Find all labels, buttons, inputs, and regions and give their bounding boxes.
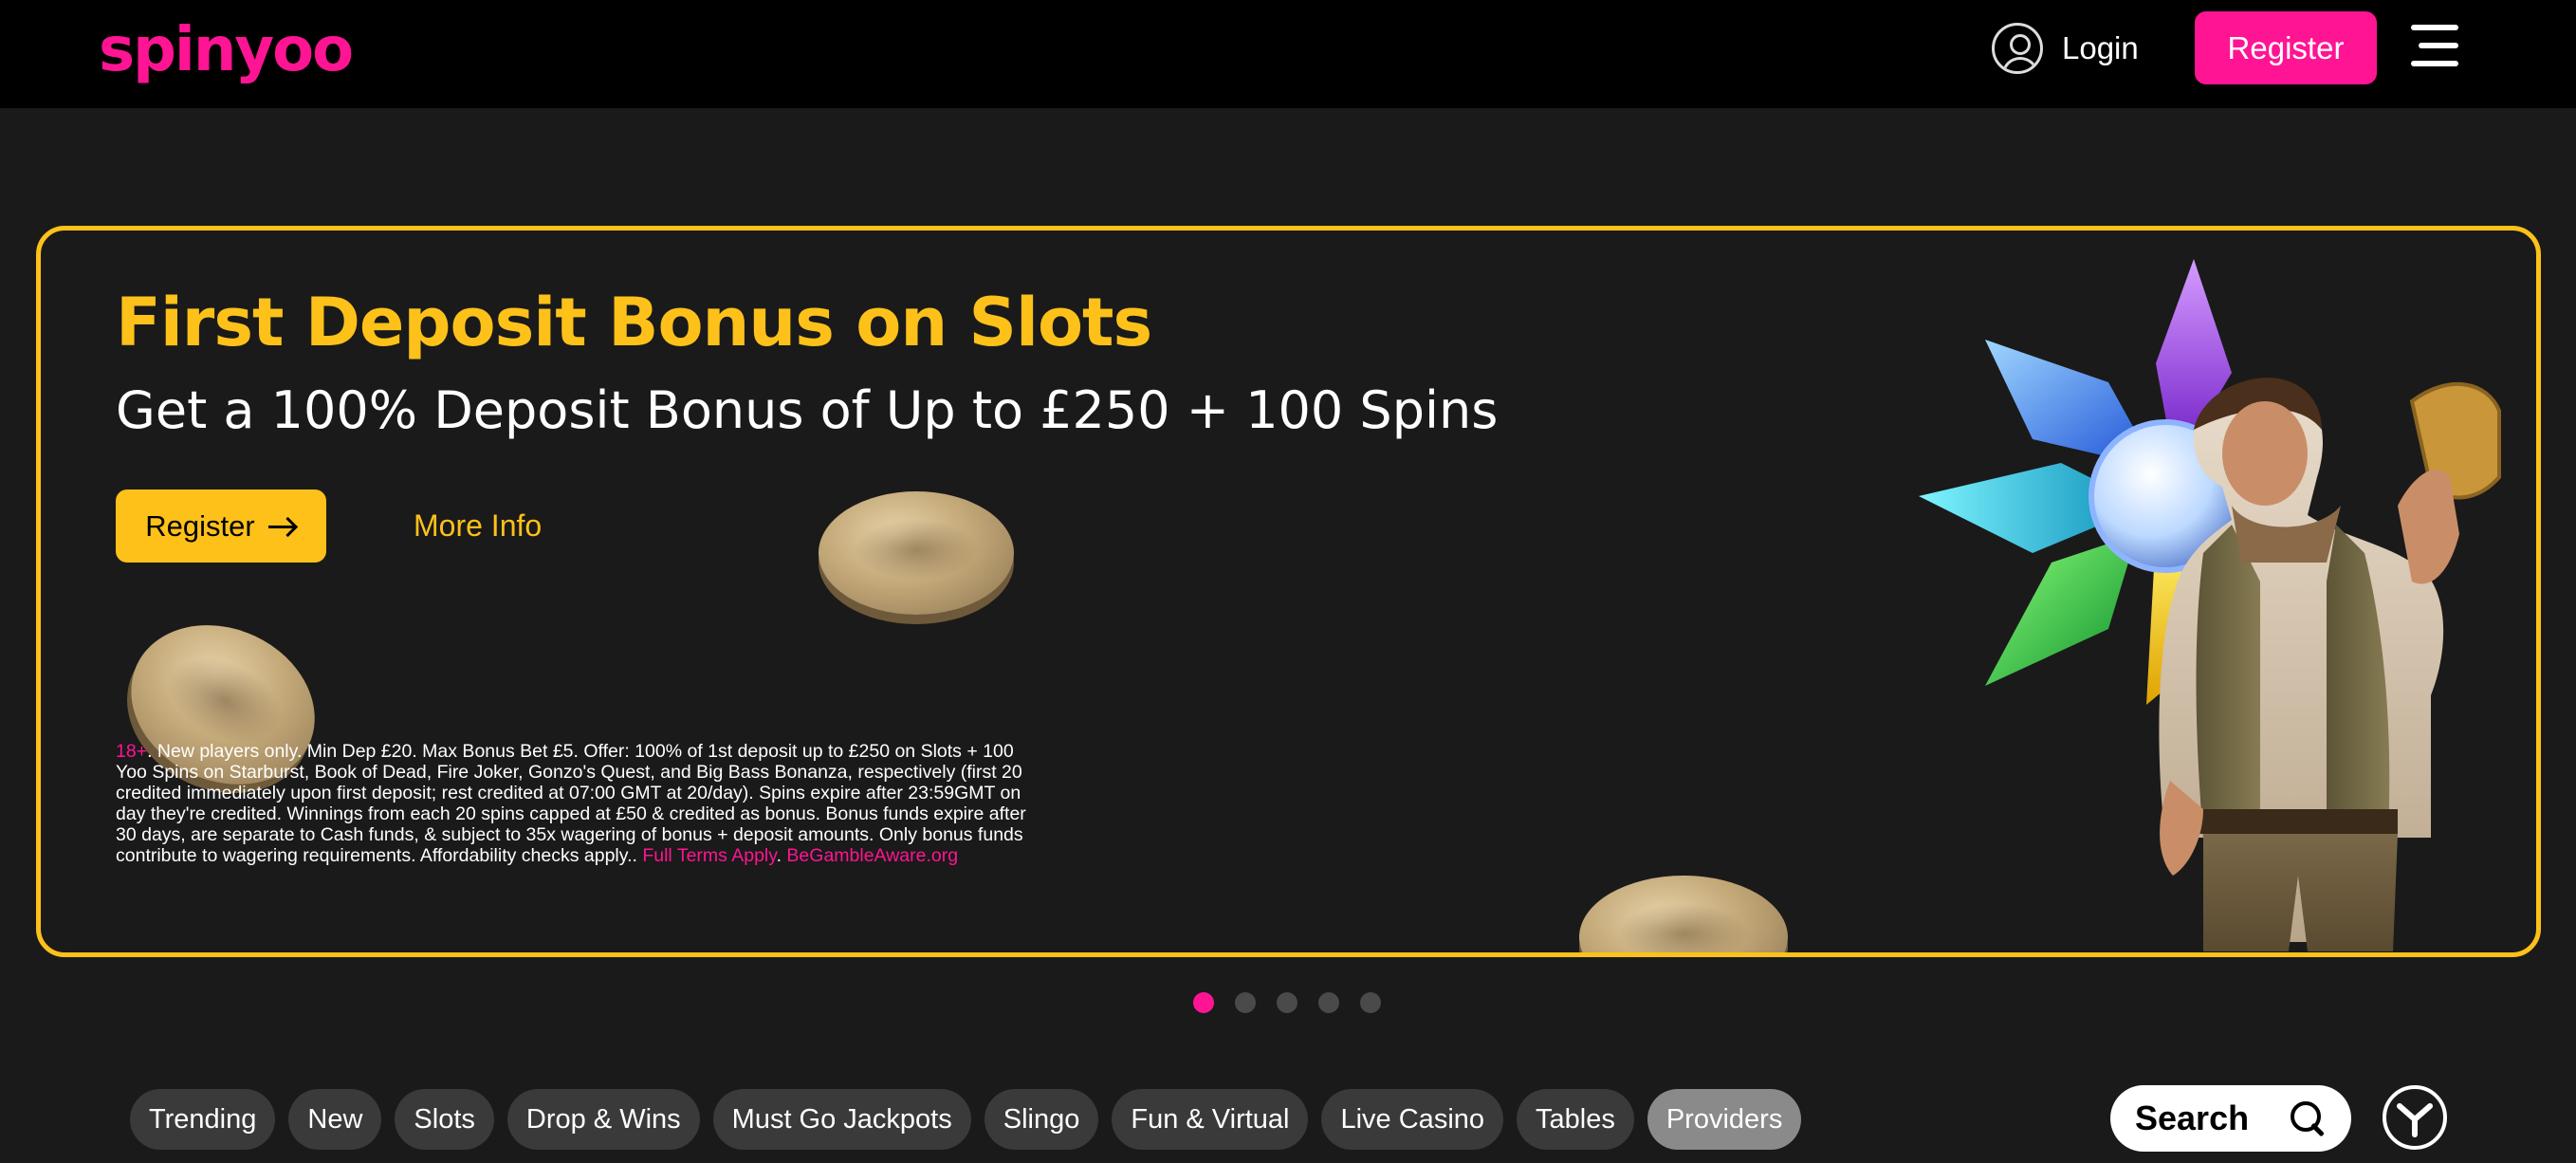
banner-register-button[interactable]: Register xyxy=(116,489,326,563)
carousel-dots xyxy=(1193,992,1381,1013)
search-label: Search xyxy=(2135,1098,2250,1137)
login-label: Login xyxy=(2062,30,2139,65)
category-tab-trending[interactable]: Trending xyxy=(130,1089,276,1150)
begambleaware-link[interactable]: BeGambleAware.org xyxy=(786,845,958,866)
promo-banner: First Deposit Bonus on Slots Get a 100% … xyxy=(36,226,2541,957)
promo-character-image xyxy=(1919,259,2501,951)
spinyoo-logo[interactable]: spinyoo xyxy=(99,17,354,83)
terms-text: 18+. New players only. Min Dep £20. Max … xyxy=(116,741,1026,866)
coin-image xyxy=(819,491,1014,615)
header-register-button[interactable]: Register xyxy=(2195,11,2377,84)
category-tab-new[interactable]: New xyxy=(288,1089,382,1150)
category-tab-must-go-jackpots[interactable]: Must Go Jackpots xyxy=(712,1089,971,1150)
age-restriction-link[interactable]: 18+ xyxy=(116,741,147,762)
banner-subtitle: Get a 100% Deposit Bonus of Up to £250 +… xyxy=(116,380,1499,440)
full-terms-link[interactable]: Full Terms Apply xyxy=(642,845,776,866)
arrow-right-icon xyxy=(267,517,297,536)
category-nav: Trending New Slots Drop & Wins Must Go J… xyxy=(130,1089,1802,1150)
category-tab-slots[interactable]: Slots xyxy=(395,1089,494,1150)
category-tab-fun-and-virtual[interactable]: Fun & Virtual xyxy=(1112,1089,1309,1150)
terms-separator: . xyxy=(776,845,787,866)
search-icon xyxy=(2289,1099,2327,1137)
user-icon xyxy=(1992,23,2043,74)
category-tab-tables[interactable]: Tables xyxy=(1517,1089,1634,1150)
carousel-dot[interactable] xyxy=(1193,992,1214,1013)
carousel-dot[interactable] xyxy=(1360,992,1381,1013)
carousel-dot[interactable] xyxy=(1318,992,1339,1013)
more-info-link[interactable]: More Info xyxy=(414,508,542,544)
yoo-logo-icon[interactable] xyxy=(2383,1085,2447,1150)
search-button[interactable]: Search xyxy=(2110,1085,2351,1152)
coin-image xyxy=(1579,876,1788,952)
menu-icon[interactable] xyxy=(2411,25,2458,66)
top-header: spinyoo Login Register xyxy=(0,0,2576,108)
category-tab-slingo[interactable]: Slingo xyxy=(984,1089,1099,1150)
yoo-y-icon xyxy=(2397,1103,2433,1137)
category-tab-live-casino[interactable]: Live Casino xyxy=(1321,1089,1504,1150)
category-tab-providers[interactable]: Providers xyxy=(1647,1089,1802,1150)
banner-register-label: Register xyxy=(145,508,255,543)
banner-title: First Deposit Bonus on Slots xyxy=(116,284,1152,361)
category-tab-drop-and-wins[interactable]: Drop & Wins xyxy=(506,1089,700,1150)
carousel-dot[interactable] xyxy=(1277,992,1297,1013)
carousel-dot[interactable] xyxy=(1235,992,1256,1013)
login-button[interactable]: Login xyxy=(1992,21,2139,76)
